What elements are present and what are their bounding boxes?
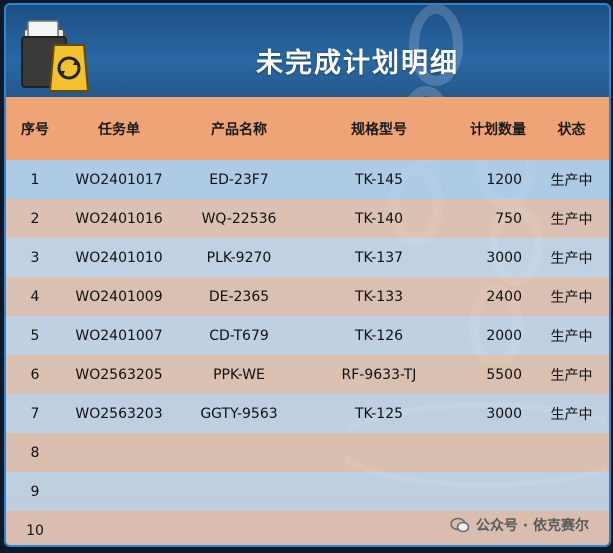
cell-product: CD-T679 bbox=[209, 327, 269, 344]
page-title: 未完成计划明细 bbox=[256, 48, 459, 79]
cell-order bbox=[64, 472, 174, 511]
cell-quantity bbox=[454, 433, 534, 472]
cell-index: 10 bbox=[26, 522, 44, 539]
cell-spec bbox=[304, 511, 454, 545]
cell-product: GGTY-9563 bbox=[200, 405, 278, 422]
column-header-order: 任务单 bbox=[98, 121, 140, 138]
cell-spec: TK-137 bbox=[354, 249, 404, 266]
table-row: 2 WO2401016 WQ-22536 TK-140 750 生产中 bbox=[6, 199, 609, 238]
table-row: 3 WO2401010 PLK-9270 TK-137 3000 生产中 bbox=[6, 238, 609, 277]
table-header-row: 序号 任务单 产品名称 规格型号 计划数量 状态 bbox=[6, 97, 609, 160]
cell-status: 生产中 bbox=[550, 289, 593, 306]
column-header-product: 产品名称 bbox=[211, 121, 267, 138]
cell-quantity: 3000 bbox=[486, 405, 522, 422]
cell-spec bbox=[304, 433, 454, 472]
cell-order: WO2563205 bbox=[75, 366, 163, 383]
cell-order: WO2401009 bbox=[75, 288, 163, 305]
table-row: 7 WO2563203 GGTY-9563 TK-125 3000 生产中 bbox=[6, 394, 609, 433]
table-row: 6 WO2563205 PPK-WE RF-9633-TJ 5500 生产中 bbox=[6, 355, 609, 394]
cell-order: WO2401017 bbox=[75, 171, 163, 188]
table-row: 4 WO2401009 DE-2365 TK-133 2400 生产中 bbox=[6, 277, 609, 316]
cell-order: WO2563203 bbox=[75, 405, 163, 422]
table-row: 1 WO2401017 ED-23F7 TK-145 1200 生产中 bbox=[6, 160, 609, 199]
cell-status: 生产中 bbox=[550, 328, 593, 345]
cell-index: 8 bbox=[30, 444, 40, 461]
cell-status: 生产中 bbox=[550, 367, 593, 384]
title-bar: 未完成计划明细 bbox=[6, 5, 609, 97]
cell-index: 9 bbox=[30, 483, 40, 500]
cell-quantity: 2000 bbox=[486, 327, 522, 344]
column-header-quantity: 计划数量 bbox=[470, 121, 526, 138]
cell-product: PPK-WE bbox=[213, 366, 265, 383]
cell-status: 生产中 bbox=[550, 250, 593, 267]
cell-index: 7 bbox=[30, 405, 40, 422]
report-panel: 未完成计划明细 序号 任务单 产品名称 规格型号 计划数量 状态 1 WO240… bbox=[4, 3, 611, 547]
table-row: 8 bbox=[6, 433, 609, 472]
cell-spec: TK-145 bbox=[354, 171, 404, 188]
cell-quantity bbox=[454, 472, 534, 511]
cell-status bbox=[534, 472, 609, 511]
cell-product bbox=[174, 433, 304, 472]
table-row: 5 WO2401007 CD-T679 TK-126 2000 生产中 bbox=[6, 316, 609, 355]
cell-product bbox=[174, 511, 304, 545]
cell-spec: RF-9633-TJ bbox=[341, 366, 417, 383]
cell-index: 1 bbox=[30, 171, 40, 188]
cell-spec: TK-125 bbox=[354, 405, 404, 422]
cell-status: 生产中 bbox=[550, 211, 593, 228]
cell-index: 4 bbox=[30, 288, 40, 305]
table-row: 9 bbox=[6, 472, 609, 511]
cell-spec: TK-140 bbox=[354, 210, 404, 227]
cell-index: 6 bbox=[30, 366, 40, 383]
cell-quantity: 3000 bbox=[486, 249, 522, 266]
cell-spec bbox=[304, 472, 454, 511]
cell-status bbox=[534, 433, 609, 472]
folder-hazard-icon bbox=[21, 20, 90, 92]
cell-product: ED-23F7 bbox=[209, 171, 269, 188]
cell-product: DE-2365 bbox=[208, 288, 270, 305]
cell-status: 生产中 bbox=[550, 172, 593, 189]
cell-index: 2 bbox=[30, 210, 40, 227]
column-header-status: 状态 bbox=[557, 121, 586, 138]
cell-order: WO2401016 bbox=[75, 210, 163, 227]
cell-quantity: 5500 bbox=[486, 366, 522, 383]
column-header-index: 序号 bbox=[21, 121, 49, 138]
cell-status: 生产中 bbox=[550, 406, 593, 423]
column-header-spec: 规格型号 bbox=[351, 121, 407, 138]
cell-spec: TK-133 bbox=[354, 288, 404, 305]
cell-product: WQ-22536 bbox=[201, 210, 277, 227]
cell-spec: TK-126 bbox=[354, 327, 404, 344]
cell-quantity: 1200 bbox=[486, 171, 522, 188]
cell-index: 5 bbox=[30, 327, 40, 344]
cell-quantity: 750 bbox=[495, 210, 522, 227]
cell-order: WO2401010 bbox=[75, 249, 163, 266]
cell-index: 3 bbox=[30, 249, 40, 266]
cell-order: WO2401007 bbox=[75, 327, 163, 344]
plan-table: 序号 任务单 产品名称 规格型号 计划数量 状态 1 WO2401017 ED-… bbox=[6, 97, 609, 545]
wechat-icon bbox=[450, 517, 470, 533]
cell-product: PLK-9270 bbox=[206, 249, 272, 266]
cell-order bbox=[64, 511, 174, 545]
watermark: 公众号 · 依克赛尔 bbox=[450, 515, 589, 535]
cell-quantity: 2400 bbox=[486, 288, 522, 305]
watermark-text: 公众号 · 依克赛尔 bbox=[475, 518, 589, 534]
cell-order bbox=[64, 433, 174, 472]
cell-product bbox=[174, 472, 304, 511]
